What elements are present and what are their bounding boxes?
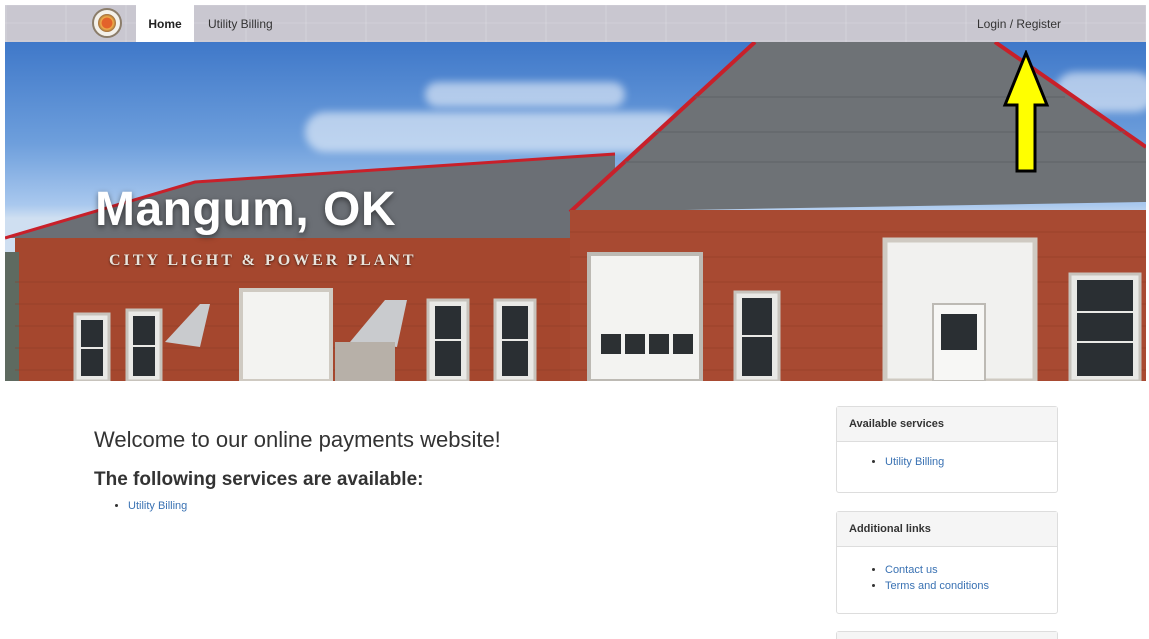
sidebar-link-utility-billing[interactable]: Utility Billing (885, 456, 944, 468)
panel-title (837, 632, 1057, 639)
login-register-link[interactable]: Login / Register (977, 5, 1061, 42)
list-item: Terms and conditions (885, 578, 1057, 594)
nav-utility-billing-link[interactable]: Utility Billing (208, 5, 273, 42)
contact-us-link[interactable]: Contact us (885, 564, 938, 576)
panel-title: Additional links (837, 512, 1057, 547)
nav-home-link[interactable]: Home (136, 5, 194, 42)
hero-banner: Mangum, OK CITY LIGHT & POWER PLANT (5, 42, 1146, 381)
list-item: Contact us (885, 562, 1057, 578)
city-seal-icon[interactable] (92, 8, 122, 38)
terms-conditions-link[interactable]: Terms and conditions (885, 580, 989, 592)
top-navbar: Home Utility Billing Login / Register (5, 5, 1146, 42)
available-services-panel: Available services Utility Billing (836, 406, 1058, 493)
third-panel (836, 631, 1058, 639)
welcome-heading: Welcome to our online payments website! (94, 427, 501, 452)
list-item: Utility Billing (885, 454, 1057, 470)
hero-title: Mangum, OK (95, 183, 396, 236)
list-item: Utility Billing (128, 500, 187, 512)
up-arrow-annotation-icon (1002, 50, 1050, 173)
services-subheading: The following services are available: (94, 469, 424, 490)
building-sign: CITY LIGHT & POWER PLANT (109, 252, 417, 269)
service-link-utility-billing[interactable]: Utility Billing (128, 500, 187, 512)
panel-title: Available services (837, 407, 1057, 442)
services-list: Utility Billing (118, 500, 187, 512)
additional-links-panel: Additional links Contact us Terms and co… (836, 511, 1058, 614)
